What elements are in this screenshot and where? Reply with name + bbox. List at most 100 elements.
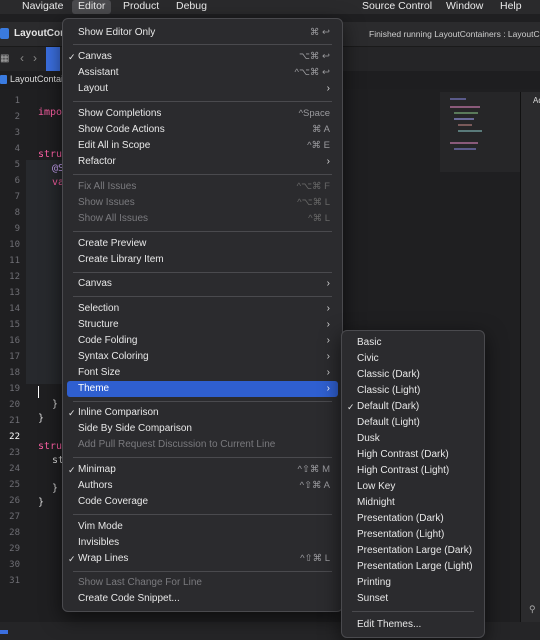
menu-item-fix-all-issues: Fix All Issues ^⌥⌘ F bbox=[67, 179, 338, 195]
line-number: 16 bbox=[9, 336, 20, 346]
theme-option-presentation-large-light[interactable]: Presentation Large (Light) bbox=[346, 559, 480, 575]
menu-item-label: Presentation Large (Light) bbox=[357, 561, 473, 572]
minimap-line bbox=[458, 124, 472, 126]
menu-item-canvas-toggle[interactable]: ✓ Canvas ⌥⌘ ↩ bbox=[67, 49, 338, 65]
theme-option-classic-light[interactable]: Classic (Light) bbox=[346, 383, 480, 399]
code-brace[interactable]: } bbox=[38, 413, 44, 424]
menu-item-structure[interactable]: Structure › bbox=[67, 317, 338, 333]
menu-item-code-coverage[interactable]: Code Coverage bbox=[67, 494, 338, 510]
theme-option-presentation-dark[interactable]: Presentation (Dark) bbox=[346, 511, 480, 527]
grid-icon[interactable]: ▦ bbox=[0, 53, 9, 64]
theme-option-sunset[interactable]: Sunset bbox=[346, 591, 480, 607]
menu-item-selection[interactable]: Selection › bbox=[67, 301, 338, 317]
theme-option-presentation-light[interactable]: Presentation (Light) bbox=[346, 527, 480, 543]
minimap-line bbox=[458, 130, 482, 132]
menu-item-show-editor-only[interactable]: Show Editor Only ⌘ ↩ bbox=[67, 25, 338, 41]
submenu-arrow-icon: › bbox=[326, 278, 330, 289]
menu-item-create-preview[interactable]: Create Preview bbox=[67, 236, 338, 252]
line-number: 21 bbox=[9, 416, 20, 426]
menu-separator bbox=[352, 611, 474, 612]
line-number: 10 bbox=[9, 240, 20, 250]
project-name[interactable]: LayoutCon bbox=[14, 28, 66, 39]
menu-separator bbox=[73, 174, 332, 175]
menu-item-syntax-coloring[interactable]: Syntax Coloring › bbox=[67, 349, 338, 365]
code-keyword[interactable]: stru bbox=[38, 149, 62, 160]
code-brace[interactable]: } bbox=[52, 483, 58, 494]
submenu-arrow-icon: › bbox=[326, 319, 330, 330]
submenu-arrow-icon: › bbox=[326, 303, 330, 314]
menu-item-authors[interactable]: Authors ^⇧⌘ A bbox=[67, 478, 338, 494]
menu-item-edit-all-in-scope[interactable]: Edit All in Scope ^⌘ E bbox=[67, 138, 338, 154]
forward-arrow-icon[interactable]: › bbox=[33, 51, 37, 65]
back-arrow-icon[interactable]: ‹ bbox=[20, 51, 24, 65]
menu-item-assistant[interactable]: Assistant ^⌥⌘ ↩ bbox=[67, 65, 338, 81]
menu-item-edit-themes[interactable]: Edit Themes... bbox=[346, 617, 480, 633]
menu-item-create-code-snippet[interactable]: Create Code Snippet... bbox=[67, 591, 338, 607]
menu-editor[interactable]: Editor bbox=[72, 0, 112, 14]
menu-item-inline-comparison[interactable]: ✓ Inline Comparison bbox=[67, 405, 338, 421]
menu-item-invisibles[interactable]: Invisibles bbox=[67, 535, 338, 551]
menu-item-minimap[interactable]: ✓ Minimap ^⇧⌘ M bbox=[67, 462, 338, 478]
line-number: 2 bbox=[14, 112, 20, 122]
shortcut-label: ^⌥⌘ L bbox=[297, 197, 330, 208]
menu-item-vim-mode[interactable]: Vim Mode bbox=[67, 519, 338, 535]
menu-item-show-code-actions[interactable]: Show Code Actions ⌘ A bbox=[67, 122, 338, 138]
menu-item-label: Basic bbox=[357, 337, 382, 348]
theme-option-dusk[interactable]: Dusk bbox=[346, 431, 480, 447]
checkmark-icon: ✓ bbox=[68, 52, 76, 62]
inspector-tab-label[interactable]: Ad bbox=[533, 96, 540, 105]
menu-item-layout[interactable]: Layout › bbox=[67, 81, 338, 97]
menu-product[interactable]: Product bbox=[123, 0, 159, 14]
inspector-panel: Ad ⚲ bbox=[520, 92, 540, 622]
menu-item-create-library-item[interactable]: Create Library Item bbox=[67, 252, 338, 268]
menu-item-code-folding[interactable]: Code Folding › bbox=[67, 333, 338, 349]
menu-item-label: Show Completions bbox=[78, 108, 162, 119]
menu-item-label: Wrap Lines bbox=[78, 553, 129, 564]
line-number: 11 bbox=[9, 256, 20, 266]
theme-option-classic-dark[interactable]: Classic (Dark) bbox=[346, 367, 480, 383]
tab-layoutcontainers[interactable]: LayoutContai bbox=[10, 74, 63, 84]
menu-item-wrap-lines[interactable]: ✓ Wrap Lines ^⇧⌘ L bbox=[67, 551, 338, 567]
theme-option-printing[interactable]: Printing bbox=[346, 575, 480, 591]
menu-item-font-size[interactable]: Font Size › bbox=[67, 365, 338, 381]
line-number: 25 bbox=[9, 480, 20, 490]
menu-window[interactable]: Window bbox=[446, 0, 483, 14]
menu-source-control[interactable]: Source Control bbox=[362, 0, 432, 14]
menu-item-label: Assistant bbox=[78, 67, 119, 78]
theme-option-civic[interactable]: Civic bbox=[346, 351, 480, 367]
theme-option-presentation-large-dark[interactable]: Presentation Large (Dark) bbox=[346, 543, 480, 559]
code-keyword[interactable]: stru bbox=[38, 441, 62, 452]
line-number: 1 bbox=[14, 96, 20, 106]
theme-option-high-contrast-dark[interactable]: High Contrast (Dark) bbox=[346, 447, 480, 463]
menu-item-refactor[interactable]: Refactor › bbox=[67, 154, 338, 170]
minimap[interactable] bbox=[440, 92, 520, 172]
menu-item-canvas-submenu[interactable]: Canvas › bbox=[67, 276, 338, 292]
line-number: 20 bbox=[9, 400, 20, 410]
shortcut-label: ^⌘ L bbox=[308, 213, 330, 224]
code-brace[interactable]: } bbox=[52, 399, 58, 410]
line-number: 24 bbox=[9, 464, 20, 474]
theme-option-high-contrast-light[interactable]: High Contrast (Light) bbox=[346, 463, 480, 479]
line-number: 6 bbox=[14, 176, 20, 186]
menu-help[interactable]: Help bbox=[500, 0, 522, 14]
menu-item-show-completions[interactable]: Show Completions ^Space bbox=[67, 106, 338, 122]
code-keyword[interactable]: impo bbox=[38, 107, 62, 118]
theme-option-low-key[interactable]: Low Key bbox=[346, 479, 480, 495]
menu-debug[interactable]: Debug bbox=[176, 0, 207, 14]
menu-separator bbox=[73, 296, 332, 297]
menu-item-label: Code Folding bbox=[78, 335, 138, 346]
line-number: 30 bbox=[9, 560, 20, 570]
menu-item-side-by-side-comparison[interactable]: Side By Side Comparison bbox=[67, 421, 338, 437]
theme-option-default-light[interactable]: Default (Light) bbox=[346, 415, 480, 431]
line-number: 23 bbox=[9, 448, 20, 458]
theme-option-basic[interactable]: Basic bbox=[346, 335, 480, 351]
theme-option-midnight[interactable]: Midnight bbox=[346, 495, 480, 511]
theme-option-default-dark[interactable]: ✓ Default (Dark) bbox=[346, 399, 480, 415]
menu-navigate[interactable]: Navigate bbox=[22, 0, 63, 14]
pin-icon[interactable]: ⚲ bbox=[529, 604, 536, 615]
menu-item-label: Create Library Item bbox=[78, 254, 164, 265]
active-tab-indicator[interactable] bbox=[46, 47, 60, 71]
menu-item-label: Presentation Large (Dark) bbox=[357, 545, 473, 556]
menu-item-theme[interactable]: Theme › bbox=[67, 381, 338, 397]
code-brace[interactable]: } bbox=[38, 497, 44, 508]
